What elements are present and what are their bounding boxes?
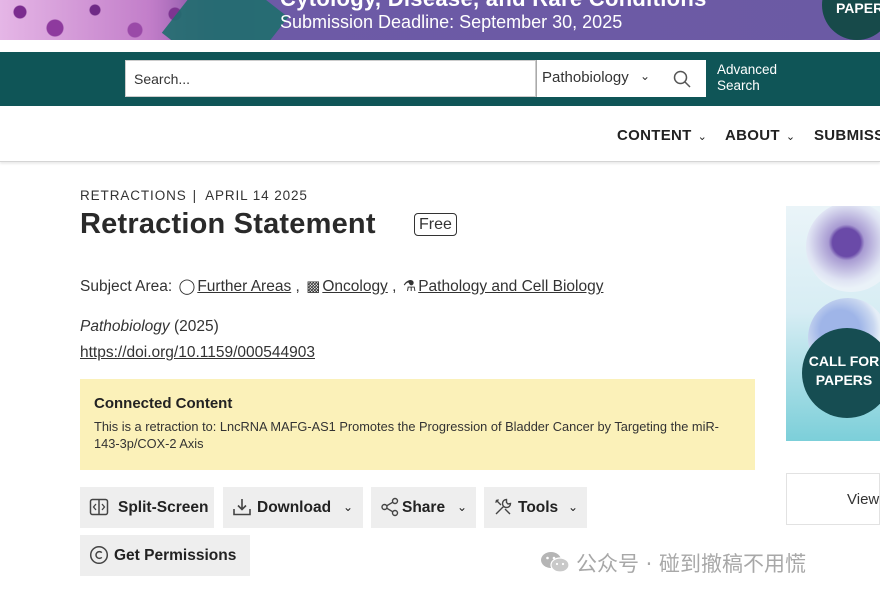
search-button[interactable] (658, 60, 706, 97)
chevron-down-icon: ⌄ (568, 500, 579, 514)
free-access-badge: Free (414, 213, 457, 236)
journal-name[interactable]: Pathobiology (80, 318, 170, 335)
nav-submit-label: SUBMISS (814, 127, 880, 144)
banner-badge: PAPER (822, 0, 880, 40)
view-panel-button[interactable]: View (786, 473, 880, 525)
search-scope-select[interactable]: Pathobiology ⌄ (536, 60, 658, 97)
meta-separator: | (192, 188, 198, 203)
search-icon (673, 70, 691, 88)
nav-content-label: CONTENT (617, 127, 692, 144)
circle-icon: ◯ (178, 278, 196, 295)
wechat-watermark: 公众号 · 碰到撤稿不用慌 (540, 548, 806, 578)
doi-link[interactable]: https://doi.org/10.1159/000544903 (80, 344, 315, 362)
nav-submit[interactable]: SUBMISS (814, 127, 880, 144)
chevron-down-icon: ⌄ (639, 69, 650, 83)
article-category[interactable]: RETRACTIONS (80, 188, 187, 203)
microscope-icon: ⚗ (402, 278, 417, 295)
download-button[interactable]: Download ⌄ (223, 487, 363, 528)
share-label: Share (402, 499, 446, 516)
ad-badge: CALL FOR PAPERS (802, 328, 880, 418)
share-icon (381, 497, 399, 517)
chevron-down-icon: ⌄ (457, 500, 468, 514)
tools-button[interactable]: Tools ⌄ (484, 487, 587, 528)
banner-title: Cytology, Disease, and Rare Conditions (280, 0, 707, 12)
subject-area-label: Subject Area: (80, 278, 173, 295)
banner-deadline: Submission Deadline: September 30, 2025 (280, 12, 623, 32)
nav-about[interactable]: ABOUT ⌄ (725, 127, 795, 144)
journal-year: (2025) (173, 318, 219, 335)
subject-link-further-areas[interactable]: Further Areas (197, 278, 291, 295)
split-screen-icon (89, 498, 109, 516)
split-screen-label: Split-Screen (118, 499, 209, 516)
cells-icon: ▩ (306, 278, 321, 295)
call-for-papers-ad[interactable]: CALL FOR PAPERS (786, 206, 880, 441)
subject-link-oncology[interactable]: Oncology (322, 278, 387, 295)
connected-content-text[interactable]: This is a retraction to: LncRNA MAFG-AS1… (94, 418, 741, 452)
tools-icon (495, 498, 512, 515)
ad-cell-image (806, 206, 880, 292)
nav-about-label: ABOUT (725, 127, 780, 144)
search-scope-label: Pathobiology (542, 69, 629, 86)
article-meta: RETRACTIONS | APRIL 14 2025 (80, 188, 308, 203)
banner-gap (0, 40, 880, 52)
page-title: Retraction Statement (80, 208, 376, 240)
search-bar: Pathobiology ⌄ Advanced Search (0, 52, 880, 106)
article-date: APRIL 14 2025 (205, 188, 308, 203)
download-label: Download (257, 499, 332, 516)
chevron-down-icon: ⌄ (343, 500, 354, 514)
chevron-down-icon: ⌄ (785, 131, 796, 143)
main-nav: CONTENT ⌄ ABOUT ⌄ SUBMISS (0, 106, 880, 162)
tools-label: Tools (518, 499, 559, 516)
get-permissions-label: Get Permissions (114, 547, 237, 564)
banner-badge-label: PAPER (836, 0, 880, 16)
subject-area: Subject Area: ◯ Further Areas , ▩ Oncology… (80, 278, 604, 295)
connected-content-box: Connected Content This is a retraction t… (80, 379, 755, 470)
search-input[interactable] (125, 60, 536, 97)
subject-link-pathology[interactable]: Pathology and Cell Biology (418, 278, 603, 295)
view-label: View (847, 491, 880, 508)
connected-content-heading: Connected Content (94, 395, 233, 412)
journal-citation: Pathobiology (2025) (80, 318, 219, 336)
get-permissions-button[interactable]: Get Permissions (80, 535, 250, 576)
ad-badge-label: CALL FOR PAPERS (808, 353, 880, 388)
split-screen-button[interactable]: Split-Screen (80, 487, 214, 528)
wechat-icon (541, 552, 570, 573)
advanced-search-link[interactable]: Advanced Search (717, 62, 797, 94)
download-icon (233, 499, 251, 516)
chevron-down-icon: ⌄ (697, 131, 708, 143)
promo-banner[interactable]: Cytology, Disease, and Rare Conditions S… (0, 0, 880, 40)
watermark-text: 公众号 · 碰到撤稿不用慌 (576, 552, 807, 576)
copyright-icon (89, 545, 109, 565)
share-button[interactable]: Share ⌄ (371, 487, 476, 528)
nav-content[interactable]: CONTENT ⌄ (617, 127, 707, 144)
